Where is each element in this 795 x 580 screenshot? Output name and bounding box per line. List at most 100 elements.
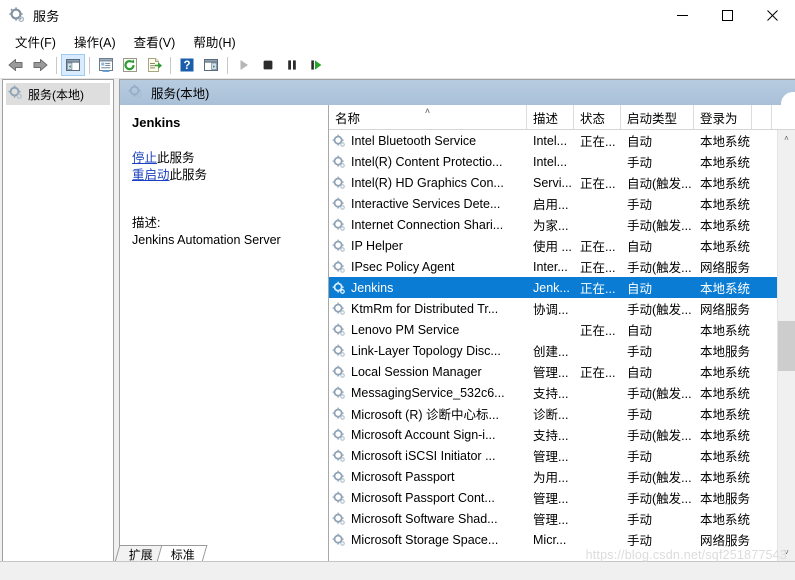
cell-desc: 为家...	[533, 219, 569, 233]
service-name-label: Microsoft iSCSI Initiator ...	[351, 448, 496, 463]
toolbar-separator	[227, 56, 228, 74]
table-row[interactable]: Lenovo PM Service 正在... 自动 本地系统	[329, 319, 777, 340]
cell-desc: 创建...	[533, 345, 569, 359]
cell-desc: Intel...	[533, 154, 568, 169]
stop-service-link[interactable]: 停止	[132, 151, 157, 165]
service-name-label: Link-Layer Topology Disc...	[351, 343, 501, 358]
scroll-up-arrow-icon[interactable]: ˄	[778, 130, 795, 147]
toolbar: ?	[0, 52, 795, 79]
console-tree-pane: 服务(本地)	[2, 79, 114, 562]
cell-startup: 手动	[627, 408, 653, 422]
gear-icon	[332, 512, 346, 526]
cell-logon: 本地系统	[700, 240, 751, 254]
cell-logon: 本地系统	[700, 219, 751, 233]
tree-item-services-local[interactable]: 服务(本地)	[6, 83, 110, 105]
minimize-button[interactable]	[660, 0, 705, 30]
column-header-label: 登录为	[700, 111, 738, 126]
help-icon[interactable]: ?	[175, 54, 199, 76]
table-row[interactable]: Internet Connection Shari... 为家... 手动(触发..…	[329, 214, 777, 235]
cell-startup: 自动(触发...	[627, 177, 692, 191]
cell-desc: Jenk...	[533, 280, 570, 295]
table-row[interactable]: Microsoft (R) 诊断中心标... 诊断... 手动 本地系统	[329, 403, 777, 424]
cell-status: 正在...	[580, 177, 616, 191]
column-header-startup[interactable]: 启动类型	[621, 105, 694, 129]
cell-startup: 手动	[627, 450, 653, 464]
table-row[interactable]: KtmRm for Distributed Tr... 协调... 手动(触发...…	[329, 298, 777, 319]
export-list-icon[interactable]	[142, 54, 166, 76]
table-row[interactable]: Microsoft Passport Cont... 管理... 手动(触发... 本…	[329, 487, 777, 508]
table-row[interactable]: Microsoft Storage Space... Micr... 手动 网络服务	[329, 529, 777, 550]
cell-logon: 本地系统	[700, 513, 751, 527]
table-row[interactable]: Intel(R) Content Protectio... Intel... 手动 本…	[329, 151, 777, 172]
scrollbar-thumb[interactable]	[778, 321, 795, 371]
cell-desc: Inter...	[533, 259, 568, 274]
window-controls	[660, 0, 795, 30]
menu-help[interactable]: 帮助(H)	[184, 30, 244, 53]
table-row[interactable]: MessagingService_532c6... 支持... 手动(触发... 本地…	[329, 382, 777, 403]
menu-view[interactable]: 查看(V)	[125, 30, 185, 53]
column-header-label: 名称	[335, 111, 361, 126]
restart-service-link[interactable]: 重启动	[132, 168, 170, 182]
table-row[interactable]: Interactive Services Dete... 启用... 手动 本地系统	[329, 193, 777, 214]
cell-logon: 本地系统	[700, 324, 751, 338]
cell-name: Microsoft Passport Cont...	[329, 491, 527, 505]
column-header-status[interactable]: 状态	[574, 105, 621, 129]
close-button[interactable]	[750, 0, 795, 30]
back-icon[interactable]	[4, 54, 28, 76]
tab-standard[interactable]: 标准	[156, 545, 208, 562]
scroll-down-arrow-icon[interactable]: ˅	[778, 544, 795, 561]
vertical-scrollbar[interactable]: ˄ ˅	[777, 130, 795, 561]
cell-startup: 自动	[627, 366, 653, 380]
table-row[interactable]: Jenkins Jenk... 正在... 自动 本地系统	[329, 277, 777, 298]
table-row[interactable]: Intel Bluetooth Service Intel... 正在... 自动 本地…	[329, 130, 777, 151]
column-header-spacer[interactable]	[752, 105, 772, 129]
gear-icon	[332, 428, 346, 442]
service-name-label: Intel(R) Content Protectio...	[351, 154, 503, 169]
maximize-button[interactable]	[705, 0, 750, 30]
scrollbar-track[interactable]	[778, 147, 795, 544]
cell-logon: 本地系统	[700, 198, 751, 212]
cell-desc: 管理...	[533, 513, 569, 527]
cell-logon: 本地系统	[700, 282, 751, 296]
table-row[interactable]: Intel(R) HD Graphics Con... Servi... 正在...…	[329, 172, 777, 193]
cell-desc: 支持...	[533, 387, 569, 401]
properties-icon[interactable]	[94, 54, 118, 76]
service-detail-title: Jenkins	[132, 115, 181, 130]
forward-icon[interactable]	[28, 54, 52, 76]
table-row[interactable]: Microsoft iSCSI Initiator ... 管理... 手动 本地系统	[329, 445, 777, 466]
menu-action[interactable]: 操作(A)	[65, 30, 125, 53]
cell-logon: 本地系统	[700, 366, 751, 380]
pause-service-icon[interactable]	[280, 54, 304, 76]
table-row[interactable]: Link-Layer Topology Disc... 创建... 手动 本地服务	[329, 340, 777, 361]
menu-file[interactable]: 文件(F)	[6, 30, 65, 53]
cell-logon: 本地系统	[700, 177, 751, 191]
table-row[interactable]: IPsec Policy Agent Inter... 正在... 手动(触发... 网…	[329, 256, 777, 277]
gear-icon	[332, 197, 346, 211]
gear-icon	[332, 323, 346, 337]
show-hide-console-tree-icon[interactable]	[61, 54, 85, 76]
cell-logon: 本地系统	[700, 387, 751, 401]
gear-icon	[332, 365, 346, 379]
column-header-logon[interactable]: 登录为	[694, 105, 752, 129]
restart-service-icon[interactable]	[304, 54, 328, 76]
service-detail-panel: Jenkins 停止此服务 重启动此服务 描述: Jenkins Automat…	[120, 105, 328, 561]
table-row[interactable]: Local Session Manager 管理... 正在... 自动 本地系统	[329, 361, 777, 382]
column-header-desc[interactable]: 描述	[527, 105, 574, 129]
show-hide-action-pane-icon[interactable]	[199, 54, 223, 76]
gear-icon	[332, 239, 346, 253]
table-header-row: 名称 ˄ 描述 状态 启动类型 登录为	[329, 105, 795, 130]
refresh-icon[interactable]	[118, 54, 142, 76]
table-row[interactable]: Microsoft Software Shad... 管理... 手动 本地系统	[329, 508, 777, 529]
column-header-name[interactable]: 名称 ˄	[329, 105, 527, 129]
table-row[interactable]: IP Helper 使用 ... 正在... 自动 本地系统	[329, 235, 777, 256]
stop-service-icon[interactable]	[256, 54, 280, 76]
cell-name: Microsoft (R) 诊断中心标...	[329, 404, 527, 423]
table-body: Intel Bluetooth Service Intel... 正在... 自动 本地…	[329, 130, 777, 561]
tree-item-label: 服务(本地)	[28, 87, 84, 102]
start-service-icon[interactable]	[232, 54, 256, 76]
cell-logon: 本地服务	[700, 492, 751, 506]
cell-status: 正在...	[580, 366, 616, 380]
details-pane: 服务(本地) Jenkins 停止此服务 重启动此服务 描述: Jenkins …	[119, 79, 795, 562]
table-row[interactable]: Microsoft Passport 为用... 手动(触发... 本地系统	[329, 466, 777, 487]
table-row[interactable]: Microsoft Account Sign-i... 支持... 手动(触发...…	[329, 424, 777, 445]
